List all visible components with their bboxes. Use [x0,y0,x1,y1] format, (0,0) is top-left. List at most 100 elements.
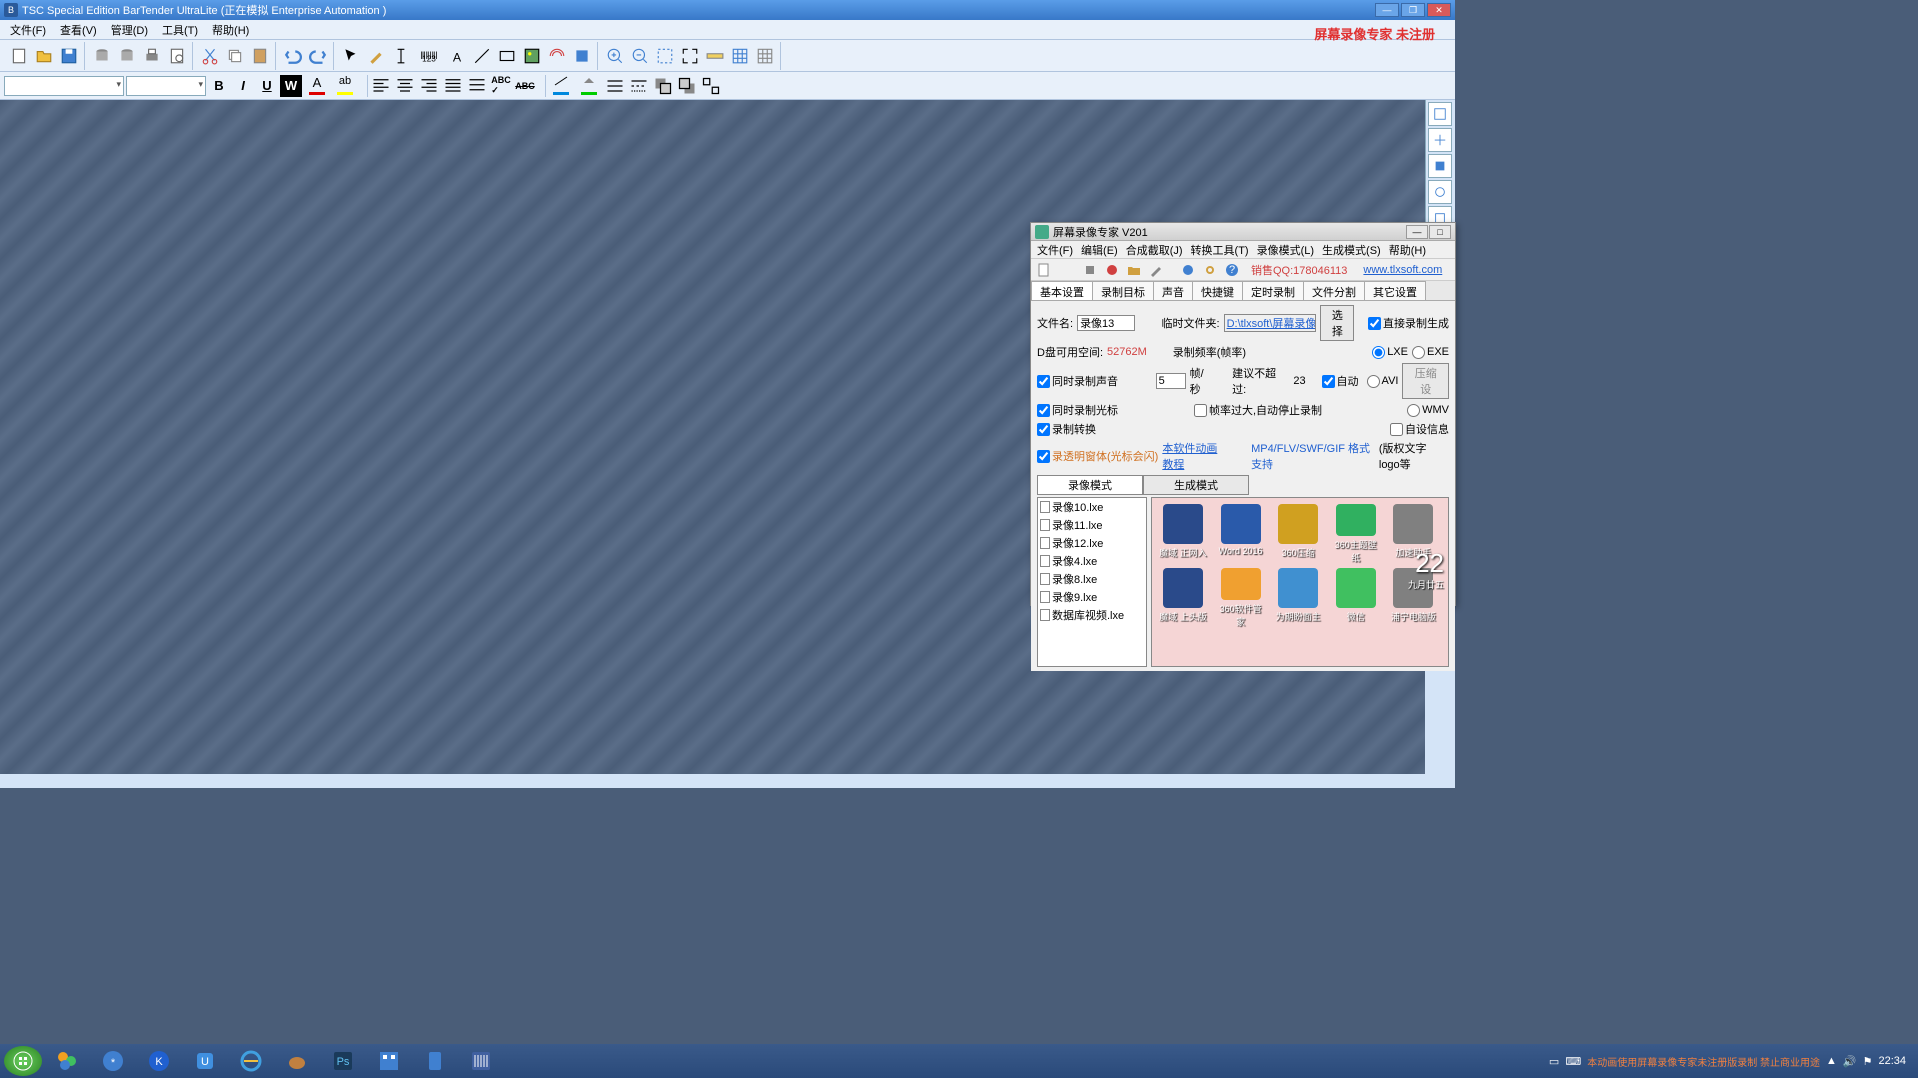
desktop-icon[interactable]: 360软件管家 [1216,568,1266,628]
desktop-icon[interactable]: 微信 [1331,568,1381,628]
text-cursor-tool[interactable] [389,44,413,68]
fmt-lxe-radio[interactable] [1372,346,1385,359]
fill-color-button[interactable] [576,75,602,97]
rec-menu-edit[interactable]: 编辑(E) [1077,241,1122,259]
recorder-filelist[interactable]: 录像10.lxe录像11.lxe录像12.lxe录像4.lxe录像8.lxe录像… [1037,497,1147,667]
align-justify-button[interactable] [442,75,464,97]
task-item-bartender[interactable] [460,1046,502,1076]
file-item[interactable]: 录像10.lxe [1038,498,1146,516]
line-style-button[interactable] [628,75,650,97]
grid-snap-button[interactable] [753,44,777,68]
text-tool[interactable]: A [445,44,469,68]
underline-button[interactable]: U [256,75,278,97]
undo-button[interactable] [281,44,305,68]
distribute-button[interactable] [466,75,488,97]
pointer-tool[interactable] [339,44,363,68]
fmt-exe-radio[interactable] [1412,346,1425,359]
rec-settings-icon[interactable] [1201,261,1219,279]
task-item-4[interactable]: U [184,1046,226,1076]
file-item[interactable]: 录像9.lxe [1038,588,1146,606]
rec-help-icon[interactable]: ? [1223,261,1241,279]
ruler-button[interactable] [703,44,727,68]
rec-menu-convert[interactable]: 转换工具(T) [1187,241,1253,259]
strikethrough-button[interactable]: ABC [514,75,536,97]
task-item-ps[interactable]: Ps [322,1046,364,1076]
task-item-1[interactable] [46,1046,88,1076]
zoom-fit-button[interactable] [678,44,702,68]
rec-new-icon[interactable] [1035,261,1053,279]
file-item[interactable]: 录像12.lxe [1038,534,1146,552]
record-transform-checkbox[interactable] [1037,423,1050,436]
brush-tool[interactable] [364,44,388,68]
save-button[interactable] [57,44,81,68]
tray-lang-icon[interactable]: ▭ [1549,1055,1559,1068]
task-item-7[interactable] [414,1046,456,1076]
font-family-combo[interactable] [4,76,124,96]
line-tool[interactable] [470,44,494,68]
database-connect-button[interactable] [115,44,139,68]
highlight-button[interactable]: ab [332,75,358,97]
tab-timer[interactable]: 定时录制 [1242,281,1304,300]
tab-target[interactable]: 录制目标 [1092,281,1154,300]
paste-button[interactable] [248,44,272,68]
select-folder-button[interactable]: 选择 [1320,305,1354,341]
task-item-2[interactable]: * [92,1046,134,1076]
align-right-button[interactable] [418,75,440,97]
menu-manage[interactable]: 管理(D) [105,20,154,40]
font-size-combo[interactable] [126,76,206,96]
fmt-avi-radio[interactable] [1367,375,1380,388]
open-button[interactable] [32,44,56,68]
desktop-icon[interactable]: 为期盼面主 [1273,568,1323,628]
database-button[interactable] [90,44,114,68]
rec-menu-file[interactable]: 文件(F) [1033,241,1077,259]
desktop-icon[interactable]: 魔域 正网入 [1158,504,1208,564]
tray-keyboard-icon[interactable]: ⌨ [1565,1055,1581,1068]
print-preview-button[interactable] [165,44,189,68]
menu-help[interactable]: 帮助(H) [206,20,255,40]
align-left-button[interactable] [370,75,392,97]
rec-menu-generate[interactable]: 生成模式(S) [1318,241,1385,259]
task-item-3[interactable]: K [138,1046,180,1076]
rec-menu-compose[interactable]: 合成截取(J) [1122,241,1187,259]
file-item[interactable]: 录像4.lxe [1038,552,1146,570]
tray-clock[interactable]: 22:34 [1878,1055,1906,1067]
spellcheck-button[interactable]: ABC✓ [490,75,512,97]
desktop-icon[interactable]: 魔域 上头版 [1158,568,1208,628]
record-transparent-checkbox[interactable] [1037,450,1050,463]
picture-tool[interactable] [520,44,544,68]
bold-button[interactable]: B [208,75,230,97]
send-back-button[interactable] [652,75,674,97]
group-button[interactable] [700,75,722,97]
selfinfo-checkbox[interactable] [1390,423,1403,436]
inverse-button[interactable]: W [280,75,302,97]
tray-icon-1[interactable]: ▲ [1826,1055,1837,1067]
recorder-maximize-button[interactable]: □ [1429,225,1451,239]
rec-folder-icon[interactable] [1125,261,1143,279]
task-item-5[interactable] [276,1046,318,1076]
side-tool-2[interactable] [1428,128,1452,152]
print-button[interactable] [140,44,164,68]
shape-tool[interactable] [495,44,519,68]
tab-sound[interactable]: 声音 [1153,281,1193,300]
mode-tab-generate[interactable]: 生成模式 [1143,475,1249,495]
minimize-button[interactable]: — [1375,3,1399,17]
italic-button[interactable]: I [232,75,254,97]
desktop-icon[interactable]: 360主题壁纸 [1331,504,1381,564]
record-cursor-checkbox[interactable] [1037,404,1050,417]
task-item-6[interactable] [368,1046,410,1076]
file-item[interactable]: 录像8.lxe [1038,570,1146,588]
barcode-tool[interactable]: 123 [414,44,444,68]
maximize-button[interactable]: ❐ [1401,3,1425,17]
redo-button[interactable] [306,44,330,68]
file-item[interactable]: 数据库视频.lxe [1038,606,1146,624]
fps-input[interactable] [1156,373,1186,389]
menu-view[interactable]: 查看(V) [54,20,103,40]
desktop-icon[interactable]: 360压缩 [1273,504,1323,564]
zoom-out-button[interactable] [628,44,652,68]
font-color-button[interactable]: A [304,75,330,97]
tempfolder-link[interactable]: D:\tlxsoft\屏幕录像专家 [1224,314,1317,332]
line-weight-button[interactable] [604,75,626,97]
menu-file[interactable]: 文件(F) [4,20,52,40]
auto-checkbox[interactable] [1322,375,1335,388]
tab-other[interactable]: 其它设置 [1364,281,1426,300]
